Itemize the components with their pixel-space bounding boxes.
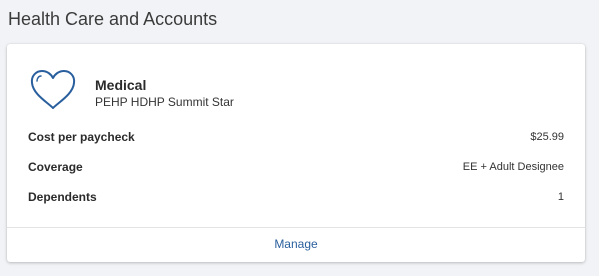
heart-icon [30,70,76,109]
coverage-label: Coverage [28,160,83,174]
plan-subtitle: PEHP HDHP Summit Star [95,95,234,109]
medical-plan-card: Medical PEHP HDHP Summit Star Cost per p… [7,44,585,262]
plan-header: Medical PEHP HDHP Summit Star [7,44,585,124]
dependents-row: Dependents 1 [28,189,564,205]
card-divider [7,227,585,228]
cost-per-paycheck-row: Cost per paycheck $25.99 [28,129,564,145]
dependents-label: Dependents [28,190,97,204]
manage-link[interactable]: Manage [7,236,585,252]
coverage-row: Coverage EE + Adult Designee [28,159,564,175]
section-title: Health Care and Accounts [8,9,218,29]
cost-per-paycheck-label: Cost per paycheck [28,130,135,144]
dependents-value: 1 [557,191,564,203]
coverage-value: EE + Adult Designee [462,161,564,173]
cost-per-paycheck-value: $25.99 [530,131,564,143]
plan-name: Medical [95,77,147,93]
